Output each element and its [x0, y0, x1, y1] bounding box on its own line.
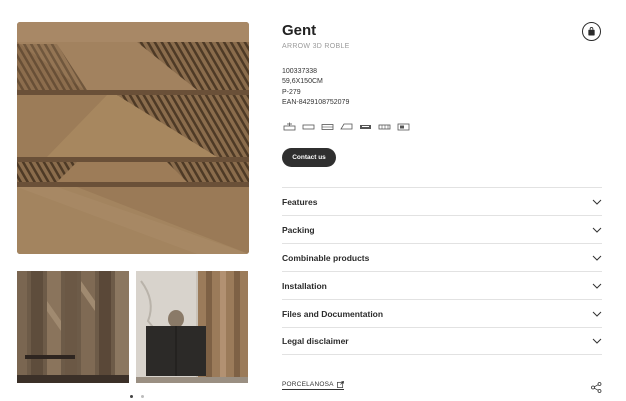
pagination-dot-active[interactable]	[130, 395, 133, 398]
accordion-installation[interactable]: Installation	[282, 271, 602, 299]
usage-icon-6	[377, 121, 391, 131]
product-accordion: Features Packing Combinable products Ins…	[282, 187, 602, 355]
gallery-thumbnail-2[interactable]	[136, 271, 248, 383]
usage-icon-3	[320, 121, 334, 131]
accordion-label: Combinable products	[282, 252, 370, 263]
share-icon	[591, 382, 602, 393]
accordion-combinable-products[interactable]: Combinable products	[282, 243, 602, 271]
accordion-label: Installation	[282, 280, 327, 291]
share-button[interactable]	[591, 380, 602, 393]
chevron-down-icon	[592, 338, 602, 344]
contact-us-button[interactable]: Contact us	[282, 148, 336, 167]
usage-icon-1	[282, 121, 296, 131]
chevron-down-icon	[592, 199, 602, 205]
pagination-dot[interactable]	[141, 395, 144, 398]
product-ref: P-279	[282, 88, 301, 96]
usage-icon-2	[301, 121, 315, 131]
usage-icon-4	[339, 121, 353, 131]
usage-icon-7	[396, 121, 410, 131]
usage-icons	[282, 121, 410, 131]
external-link-icon	[336, 381, 344, 388]
usage-icon-5	[358, 121, 372, 131]
accordion-label: Legal disclaimer	[282, 336, 349, 346]
product-ean: EAN-8429108752079	[282, 99, 350, 107]
brand-link[interactable]: PORCELANOSA	[282, 381, 344, 390]
product-subtitle: ARROW 3D ROBLE	[282, 43, 350, 50]
bag-icon	[588, 27, 595, 36]
product-title: Gent	[282, 22, 317, 39]
product-code: 100337338	[282, 68, 318, 75]
accordion-legal-disclaimer[interactable]: Legal disclaimer	[282, 327, 602, 355]
gallery-pagination	[130, 395, 144, 398]
chevron-down-icon	[592, 283, 602, 289]
accordion-label: Packing	[282, 224, 315, 235]
main-product-image[interactable]	[17, 22, 249, 254]
accordion-features[interactable]: Features	[282, 187, 602, 215]
accordion-packing[interactable]: Packing	[282, 215, 602, 243]
product-size: 59,6X150CM	[282, 78, 323, 86]
accordion-label: Features	[282, 196, 318, 207]
brand-link-label: PORCELANOSA	[282, 381, 334, 388]
chevron-down-icon	[592, 255, 602, 261]
product-specs: 100337338 59,6X150CM P-279 EAN-842910875…	[282, 67, 349, 109]
chevron-down-icon	[592, 311, 602, 317]
gallery-thumbnail-1[interactable]	[17, 271, 129, 383]
chevron-down-icon	[592, 227, 602, 233]
accordion-label: Files and Documentation	[282, 308, 384, 319]
add-to-bag-button[interactable]	[582, 22, 601, 41]
accordion-files-documentation[interactable]: Files and Documentation	[282, 299, 602, 327]
